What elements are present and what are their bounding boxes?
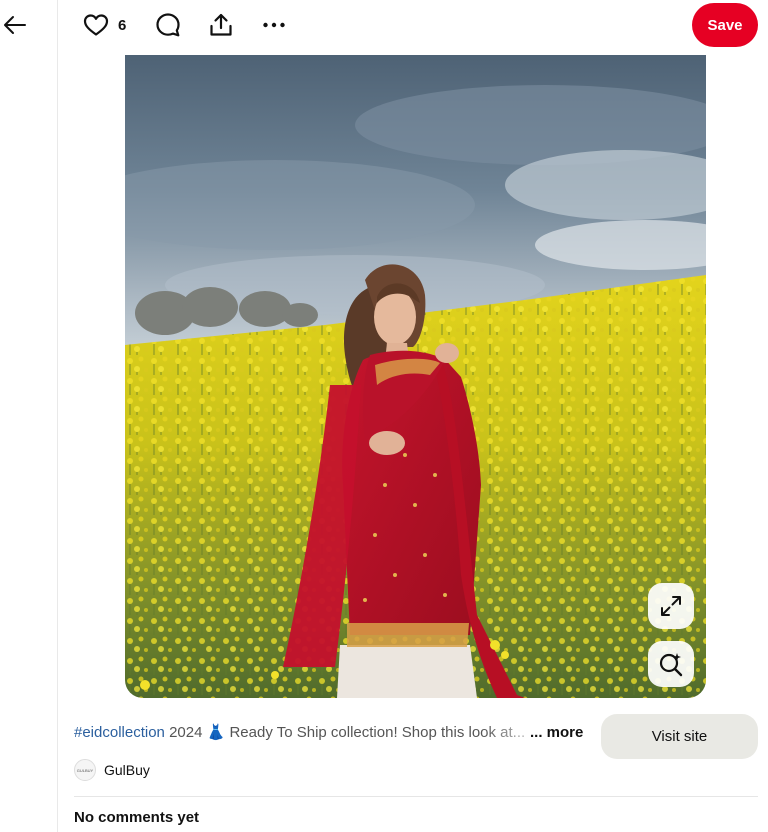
arrow-left-icon [4,16,26,34]
avatar-logo-text: GULBUY [76,767,94,773]
avatar[interactable]: GULBUY [74,759,96,781]
comments-empty-label: No comments yet [74,809,200,826]
visual-search-button[interactable] [648,641,694,687]
expand-image-button[interactable] [648,583,694,629]
description-text: 2024 👗 Ready To Ship collection! Shop th… [164,724,526,741]
description-text-wrap: #eidcollection 2024 👗 Ready To Ship coll… [74,723,554,743]
expand-icon [661,596,681,616]
like-button[interactable]: 6 [83,8,126,42]
like-count: 6 [118,16,127,34]
back-button[interactable] [0,10,30,40]
comment-bubble-icon [156,13,180,37]
hashtag-link[interactable]: #eidcollection [74,724,165,741]
pin-toolbar: 6 Save [59,0,768,54]
ellipsis-icon [263,22,285,28]
left-rail [0,0,58,832]
pin-description: #eidcollection 2024 👗 Ready To Ship coll… [74,723,588,743]
pin-image[interactable] [125,55,706,698]
visit-site-button[interactable]: Visit site [601,714,758,759]
visual-search-icon [659,653,683,677]
divider [74,796,758,797]
show-more-link[interactable]: ... more [530,723,583,743]
comment-button[interactable] [155,8,181,42]
save-button[interactable]: Save [692,3,758,47]
pin-photo [125,55,706,698]
creator-name[interactable]: GulBuy [104,762,150,778]
heart-icon [83,14,109,36]
more-options-button[interactable] [261,8,287,42]
creator-profile[interactable]: GULBUY GulBuy [74,758,150,782]
share-button[interactable] [208,8,234,42]
share-upload-icon [210,13,232,36]
